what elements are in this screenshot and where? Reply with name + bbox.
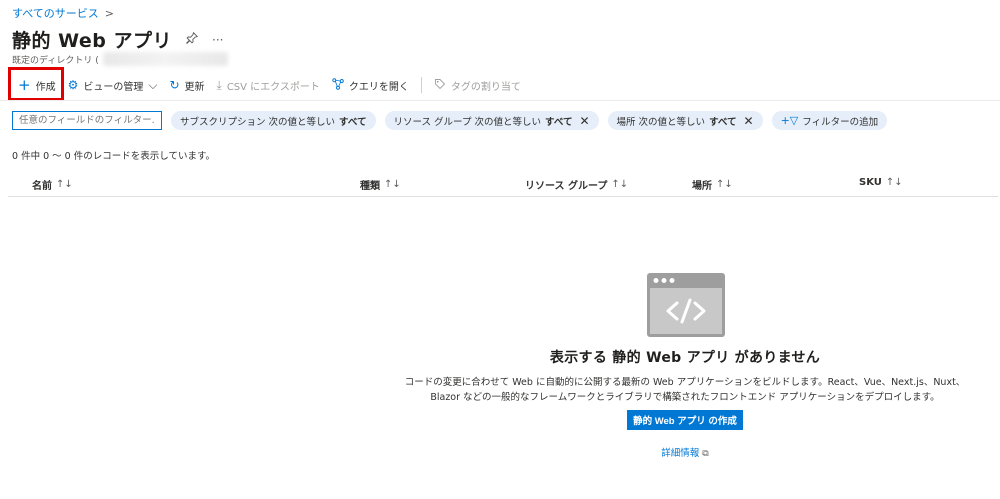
sort-icon: ↑↓: [384, 179, 401, 190]
filter-input[interactable]: [12, 111, 162, 130]
record-count: 0 件中 0 〜 0 件のレコードを表示しています。: [12, 151, 215, 162]
add-filter-icon: +▽: [780, 114, 799, 127]
divider: [0, 100, 1000, 101]
refresh-label: 更新: [184, 81, 205, 93]
filter-pill-resource-group[interactable]: リソース グループ 次の値と等しい すべて ✕: [384, 111, 599, 130]
assign-tags-label: タグの割り当て: [450, 81, 521, 93]
empty-state-description-line: コードの変更に合わせて Web に自動的に公開する最新の Web アプリケーショ…: [404, 377, 966, 388]
refresh-button[interactable]: ↻ 更新: [163, 74, 210, 96]
sort-icon: ↑↓: [56, 179, 73, 190]
sort-icon: ↑↓: [716, 179, 733, 190]
directory-subtitle: 既定のディレクトリ (: [12, 52, 228, 66]
column-label: 名前: [32, 181, 52, 192]
column-header-type[interactable]: 種類 ↑↓: [360, 177, 401, 192]
title-row: 静的 Web アプリ ···: [12, 26, 223, 53]
page-title: 静的 Web アプリ: [12, 30, 172, 52]
refresh-icon: ↻: [169, 78, 180, 92]
location-filter-value: すべて: [709, 116, 737, 128]
toolbar-separator: [420, 77, 422, 93]
directory-label: 既定のディレクトリ (: [12, 55, 99, 66]
more-info-link[interactable]: 詳細情報 ⧉: [0, 445, 1000, 459]
pin-icon[interactable]: [186, 31, 199, 47]
column-header-resource-group[interactable]: リソース グループ ↑↓: [525, 177, 628, 192]
column-label: リソース グループ: [525, 181, 608, 192]
sort-icon: ↑↓: [611, 179, 629, 190]
redacted-directory: [102, 52, 228, 66]
chevron-down-icon: ⌵: [148, 77, 158, 92]
close-icon[interactable]: ✕: [744, 114, 754, 128]
column-header-sku[interactable]: SKU ↑↓: [859, 177, 903, 188]
empty-state-description: コードの変更に合わせて Web に自動的に公開する最新の Web アプリケーショ…: [0, 375, 1000, 405]
location-filter-label: 場所 次の値と等しい: [616, 116, 706, 128]
create-highlight-box: [8, 67, 64, 101]
filter-pill-location[interactable]: 場所 次の値と等しい すべて ✕: [607, 111, 763, 130]
ellipsis-icon[interactable]: ···: [212, 33, 223, 47]
create-static-web-app-button[interactable]: 静的 Web アプリ の作成: [627, 410, 743, 430]
static-web-app-icon: [647, 273, 725, 337]
add-filter-button[interactable]: +▽ フィルターの追加: [771, 111, 888, 130]
column-label: SKU: [859, 177, 882, 188]
tag-icon: [434, 78, 446, 93]
subscription-filter-value: すべて: [339, 116, 367, 128]
query-icon: [332, 77, 344, 93]
table-header: 名前 ↑↓ 種類 ↑↓ リソース グループ ↑↓ 場所 ↑↓ SKU ↑↓: [8, 172, 998, 197]
gear-icon: ⚙: [67, 78, 79, 92]
subscription-filter-label: サブスクリプション 次の値と等しい: [180, 116, 336, 128]
command-bar: + 作成 ⚙ ビューの管理 ⌵ ↻ 更新 ⤓ CSV にエクスポート クエリを開…: [12, 74, 527, 96]
column-header-location[interactable]: 場所 ↑↓: [692, 177, 733, 192]
filter-pill-subscription[interactable]: サブスクリプション 次の値と等しい すべて: [171, 111, 376, 130]
breadcrumb: すべてのサービス >: [12, 5, 114, 21]
empty-state-title: 表示する 静的 Web アプリ がありません: [549, 350, 821, 366]
open-query-label: クエリを開く: [348, 81, 409, 93]
breadcrumb-all-services[interactable]: すべてのサービス: [12, 5, 99, 21]
assign-tags-button[interactable]: タグの割り当て: [428, 74, 527, 96]
export-csv-button[interactable]: ⤓ CSV にエクスポート: [211, 74, 326, 96]
more-info-label: 詳細情報: [661, 448, 700, 459]
column-label: 種類: [360, 181, 380, 192]
export-csv-label: CSV にエクスポート: [226, 81, 320, 93]
open-query-button[interactable]: クエリを開く: [326, 74, 415, 96]
close-icon[interactable]: ✕: [579, 114, 589, 128]
download-icon: ⤓: [216, 77, 222, 92]
column-header-name[interactable]: 名前 ↑↓: [32, 177, 73, 192]
add-filter-label: フィルターの追加: [802, 116, 879, 128]
filter-bar: サブスクリプション 次の値と等しい すべて リソース グループ 次の値と等しい …: [12, 111, 888, 130]
empty-state-description-line: Blazor などの一般的なフレームワークとライブラリで構築されたフロントエンド…: [430, 392, 940, 403]
manage-view-button[interactable]: ⚙ ビューの管理 ⌵: [62, 74, 164, 96]
column-label: 場所: [692, 181, 712, 192]
manage-view-label: ビューの管理: [83, 81, 144, 93]
resource-group-filter-value: すべて: [545, 116, 573, 128]
external-link-icon: ⧉: [702, 449, 709, 459]
sort-icon: ↑↓: [885, 177, 903, 188]
resource-group-filter-label: リソース グループ 次の値と等しい: [393, 116, 542, 128]
chevron-right-icon: >: [104, 6, 115, 20]
